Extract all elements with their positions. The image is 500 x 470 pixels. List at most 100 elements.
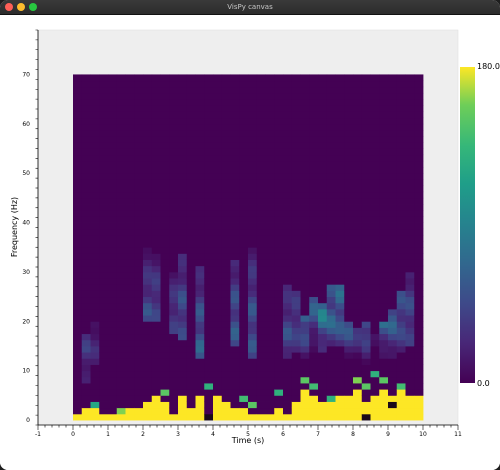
heatmap-cell	[169, 308, 179, 316]
heatmap-cell	[388, 383, 398, 390]
heatmap-cell	[370, 167, 380, 174]
heatmap-cell	[388, 179, 398, 186]
heatmap-cell	[108, 117, 118, 125]
heatmap-cell	[99, 413, 109, 421]
heatmap-cell	[134, 191, 144, 199]
heatmap-cell	[248, 376, 258, 384]
heatmap-cell	[318, 148, 328, 156]
heatmap-cell	[335, 278, 345, 285]
heatmap-cell	[414, 86, 424, 94]
heatmap-cell	[283, 136, 293, 143]
heatmap-cell	[186, 413, 196, 421]
heatmap-cell	[160, 210, 170, 217]
heatmap-cell	[405, 302, 415, 310]
heatmap-cell	[370, 74, 380, 82]
heatmap-cell	[99, 383, 109, 390]
heatmap-cell	[169, 333, 179, 341]
heatmap-cell	[265, 321, 275, 328]
heatmap-cell	[239, 352, 249, 359]
heatmap-cell	[143, 92, 153, 100]
heatmap-cell	[221, 74, 231, 82]
heatmap-cell	[99, 191, 109, 199]
heatmap-cell	[256, 296, 266, 304]
heatmap-cell	[213, 234, 223, 242]
heatmap-cell	[405, 148, 415, 156]
heatmap-cell	[134, 339, 144, 347]
heatmap-cell	[169, 136, 179, 143]
heatmap-cell	[186, 99, 196, 106]
heatmap-cell	[116, 185, 126, 193]
heatmap-cell	[300, 284, 310, 291]
heatmap-cell	[134, 395, 144, 402]
heatmap-cell	[274, 148, 284, 156]
heatmap-cell	[379, 80, 389, 88]
heatmap-cell	[274, 105, 284, 112]
title-bar[interactable]: VisPy canvas	[0, 0, 500, 15]
heatmap-cell	[125, 105, 135, 112]
heatmap-cell	[178, 290, 188, 298]
heatmap-cell	[256, 204, 266, 211]
heatmap-cell	[256, 173, 266, 180]
heatmap-cell	[73, 148, 83, 156]
heatmap-cell	[239, 179, 249, 186]
heatmap-cell	[108, 259, 118, 267]
heatmap-cell	[178, 142, 188, 149]
heatmap-cell	[344, 247, 354, 254]
heatmap-cell	[300, 160, 310, 168]
heatmap-cell	[169, 271, 179, 279]
heatmap-cell	[265, 179, 275, 186]
heatmap-cell	[169, 395, 179, 402]
heatmap-cell	[178, 271, 188, 279]
heatmap-cell	[239, 401, 249, 409]
heatmap-cell	[195, 74, 205, 82]
heatmap-cell	[195, 321, 205, 328]
heatmap-cell	[239, 370, 249, 378]
heatmap-cell	[99, 364, 109, 372]
heatmap-cell	[125, 136, 135, 143]
heatmap-cell	[108, 80, 118, 88]
spectrogram-plot[interactable]: -1 0 1 2 3 4 5 6 7 8 9 10 11 010203040506070 Time (s…	[0, 15, 500, 470]
heatmap-cell	[388, 185, 398, 193]
heatmap-cell	[265, 395, 275, 402]
heatmap-cell	[344, 92, 354, 100]
heatmap-cell	[73, 154, 83, 162]
heatmap-cell	[388, 241, 398, 248]
heatmap-cell	[178, 389, 188, 396]
heatmap-cell	[204, 92, 214, 100]
heatmap-cell	[151, 376, 161, 384]
heatmap-cell	[90, 302, 100, 310]
heatmap-cell	[81, 105, 91, 112]
heatmap-cell	[160, 358, 170, 365]
heatmap-cell	[134, 278, 144, 285]
heatmap-cell	[405, 99, 415, 106]
heatmap-cell	[274, 136, 284, 143]
heatmap-cell	[221, 278, 231, 285]
heatmap-cell	[108, 173, 118, 180]
heatmap-cell	[73, 74, 83, 82]
heatmap-cell	[125, 401, 135, 409]
heatmap-cell	[143, 413, 153, 421]
heatmap-cell	[265, 265, 275, 273]
heatmap-cell	[195, 210, 205, 217]
heatmap-cell	[318, 308, 328, 316]
heatmap-cell	[151, 191, 161, 199]
heatmap-cell	[379, 339, 389, 347]
heatmap-cell	[73, 346, 83, 353]
heatmap-cell	[160, 265, 170, 273]
heatmap-cell	[134, 160, 144, 168]
heatmap-cell	[81, 99, 91, 106]
heatmap-cell	[326, 376, 336, 384]
heatmap-cell	[361, 197, 371, 205]
heatmap-cell	[230, 265, 240, 273]
heatmap-cell	[116, 160, 126, 168]
heatmap-cell	[204, 173, 214, 180]
heatmap-cell	[125, 376, 135, 384]
heatmap-cell	[99, 228, 109, 236]
heatmap-cell	[353, 389, 363, 396]
heatmap-cell	[318, 117, 328, 125]
heatmap-cell	[326, 395, 336, 402]
heatmap-cell	[318, 383, 328, 390]
heatmap-cell	[326, 247, 336, 254]
heatmap-cell	[379, 284, 389, 291]
heatmap-cell	[160, 383, 170, 390]
